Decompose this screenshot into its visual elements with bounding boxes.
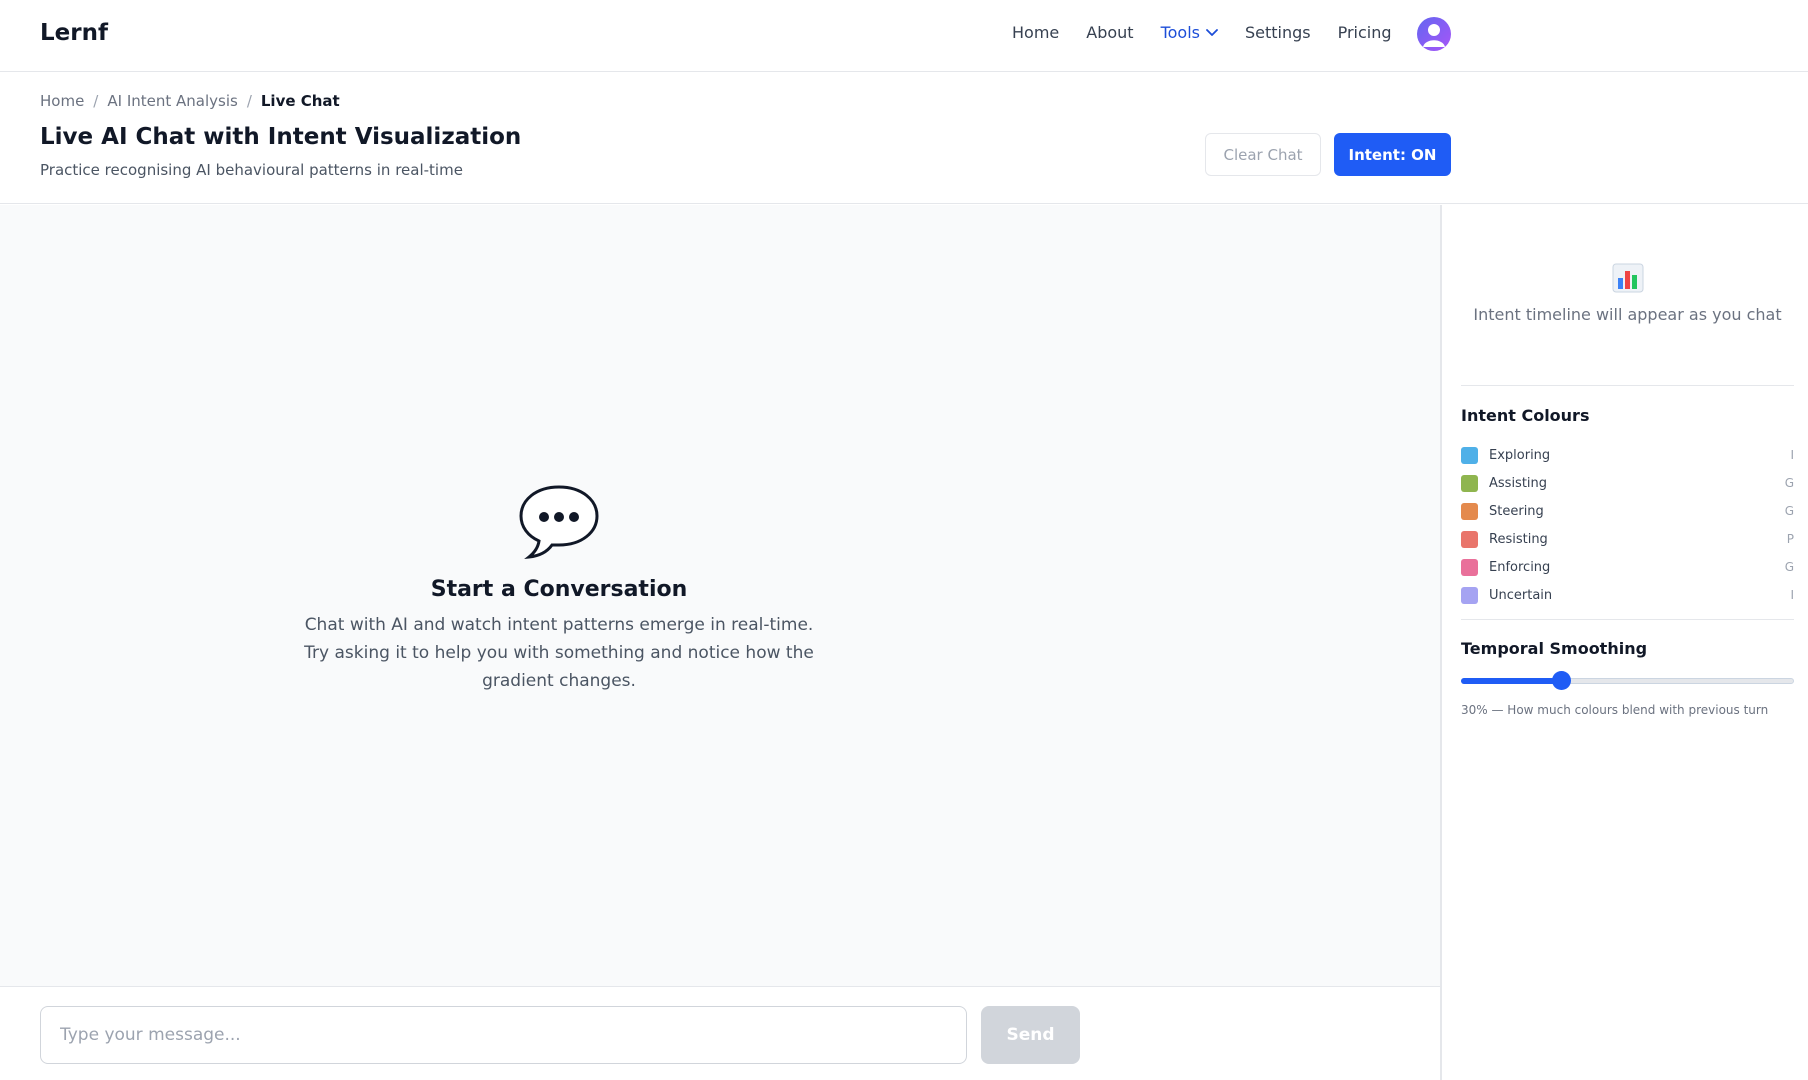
- page-subtitle: Practice recognising AI behavioural patt…: [40, 161, 463, 179]
- slider-thumb[interactable]: [1551, 671, 1571, 690]
- breadcrumb-home[interactable]: Home: [40, 92, 84, 110]
- divider: [1461, 619, 1794, 620]
- legend-item-assisting: Assisting G: [1461, 469, 1794, 497]
- page-title: Live AI Chat with Intent Visualization: [40, 124, 522, 150]
- legend-label: Assisting: [1489, 475, 1548, 491]
- top-nav: Lernf Home About Tools Settings Pricing: [0, 0, 1808, 72]
- breadcrumb-separator: /: [246, 92, 252, 110]
- empty-state-line: gradient changes.: [482, 671, 636, 691]
- empty-state-line: Chat with AI and watch intent patterns e…: [304, 615, 814, 635]
- speech-bubble-icon: [517, 485, 601, 565]
- legend-label: Exploring: [1489, 447, 1551, 463]
- legend-swatch: [1461, 558, 1478, 576]
- nav-link-about[interactable]: About: [1086, 20, 1133, 46]
- intent-toggle-button[interactable]: Intent: ON: [1334, 133, 1451, 176]
- legend-label: Enforcing: [1489, 559, 1551, 575]
- breadcrumb-separator: /: [93, 92, 99, 110]
- legend-key: I: [1790, 588, 1794, 602]
- legend-swatch: [1461, 530, 1478, 548]
- legend-item-uncertain: Uncertain I: [1461, 581, 1794, 609]
- empty-state-line: Try asking it to help you with something…: [304, 643, 814, 663]
- intent-timeline-empty: Intent timeline will appear as you chat: [1461, 263, 1794, 324]
- page-header: Home / AI Intent Analysis / Live Chat Li…: [0, 73, 1808, 204]
- intent-colours-title: Intent Colours: [1461, 406, 1590, 425]
- user-avatar-icon[interactable]: [1417, 17, 1451, 51]
- bar-chart-icon: [1612, 263, 1644, 297]
- legend-swatch: [1461, 586, 1478, 604]
- breadcrumb: Home / AI Intent Analysis / Live Chat: [40, 92, 340, 110]
- legend-item-exploring: Exploring I: [1461, 441, 1794, 469]
- chevron-down-icon: [1206, 19, 1218, 45]
- slider-fill: [1461, 678, 1561, 684]
- intent-panel: Intent timeline will appear as you chat …: [1441, 205, 1808, 1080]
- legend-swatch: [1461, 502, 1478, 520]
- nav-link-tools-label: Tools: [1160, 23, 1200, 42]
- empty-state-text: Chat with AI and watch intent patterns e…: [259, 611, 859, 695]
- divider: [1461, 385, 1794, 386]
- nav-link-pricing[interactable]: Pricing: [1338, 20, 1392, 46]
- legend-key: G: [1784, 504, 1794, 518]
- legend-key: G: [1784, 476, 1794, 490]
- message-composer: Send: [0, 986, 1441, 1080]
- logo[interactable]: Lernf: [40, 20, 108, 46]
- nav-link-tools[interactable]: Tools: [1161, 20, 1218, 46]
- breadcrumb-ai-intent-analysis[interactable]: AI Intent Analysis: [107, 92, 237, 110]
- intent-legend: Exploring I Assisting G Steering G Resisting P E…: [1461, 441, 1794, 609]
- legend-swatch: [1461, 474, 1478, 492]
- nav-link-home[interactable]: Home: [1012, 20, 1059, 46]
- temporal-smoothing-note: 30% — How much colours blend with previo…: [1461, 703, 1769, 717]
- clear-chat-button[interactable]: Clear Chat: [1205, 133, 1321, 176]
- chat-area: Start a Conversation Chat with AI and wa…: [0, 205, 1441, 986]
- temporal-smoothing-title: Temporal Smoothing: [1461, 639, 1648, 658]
- legend-item-enforcing: Enforcing G: [1461, 553, 1794, 581]
- nav-link-settings[interactable]: Settings: [1245, 20, 1311, 46]
- intent-timeline-placeholder: Intent timeline will appear as you chat: [1473, 305, 1782, 324]
- chat-empty-state: Start a Conversation Chat with AI and wa…: [259, 483, 859, 695]
- empty-state-title: Start a Conversation: [430, 577, 688, 602]
- legend-label: Steering: [1489, 503, 1544, 519]
- legend-label: Uncertain: [1489, 587, 1553, 603]
- breadcrumb-current: Live Chat: [260, 92, 340, 110]
- nav-links: Home About Tools Settings Pricing: [1012, 20, 1419, 46]
- message-input[interactable]: [40, 1006, 967, 1064]
- legend-key: P: [1786, 532, 1794, 546]
- legend-label: Resisting: [1489, 531, 1548, 547]
- legend-item-resisting: Resisting P: [1461, 525, 1794, 553]
- temporal-smoothing-slider[interactable]: [1461, 671, 1794, 690]
- legend-swatch: [1461, 446, 1478, 464]
- legend-key: G: [1784, 560, 1794, 574]
- legend-key: I: [1790, 448, 1794, 462]
- legend-item-steering: Steering G: [1461, 497, 1794, 525]
- send-button[interactable]: Send: [981, 1006, 1080, 1064]
